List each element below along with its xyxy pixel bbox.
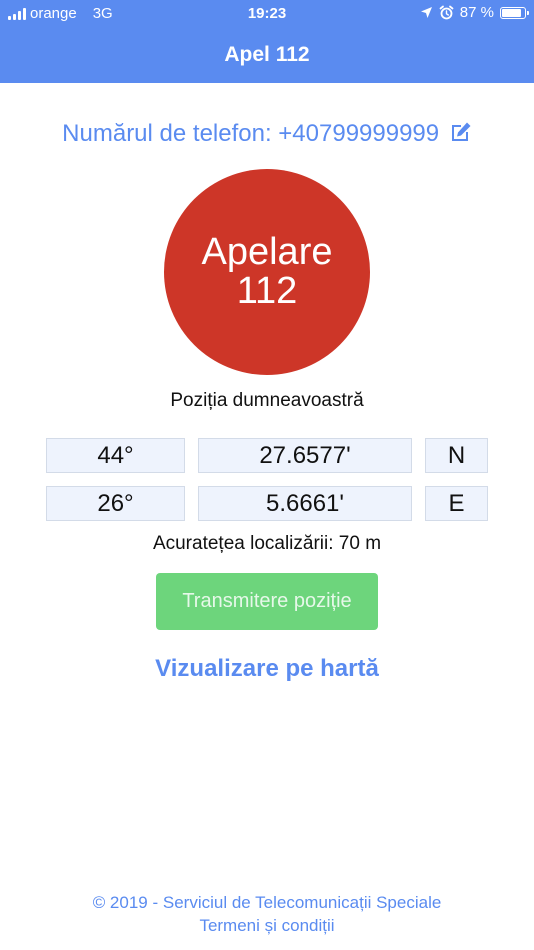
terms-link[interactable]: Termeni și condiții (0, 916, 534, 936)
longitude-minutes-field: 5.6661' (198, 486, 412, 521)
position-title: Poziția dumneavoastră (170, 390, 364, 411)
page-title: Apel 112 (224, 43, 310, 66)
location-accuracy: Acuratețea localizării: 70 m (152, 533, 382, 554)
battery-percentage: 87 % (459, 4, 494, 21)
latitude-degrees-field: 44° (46, 438, 185, 473)
call-112-button[interactable]: Apelare 112 (164, 169, 370, 375)
view-on-map-link[interactable]: Vizualizare pe hartă (0, 655, 534, 683)
edit-icon[interactable] (450, 121, 472, 143)
call-button-line1: Apelare (201, 231, 333, 273)
transmit-position-button[interactable]: Transmitere poziție (156, 573, 378, 630)
battery-icon (500, 6, 529, 19)
phone-number-row[interactable]: Numărul de telefon: +40799999999 (0, 120, 534, 148)
app-header: orange 3G 19:23 87 % Apel 112 (0, 0, 534, 83)
latitude-hemisphere-field: N (425, 438, 488, 473)
battery-fill (502, 8, 522, 17)
longitude-hemisphere-field: E (425, 486, 488, 521)
longitude-degrees-field: 26° (46, 486, 185, 521)
status-bar-right: 87 % (420, 4, 529, 21)
footer-copyright: © 2019 - Serviciul de Telecomunicații Sp… (92, 893, 442, 912)
location-arrow-icon (420, 7, 432, 18)
status-bar: orange 3G 19:23 87 % (0, 0, 534, 28)
latitude-minutes-field: 27.6577' (198, 438, 412, 473)
alarm-icon (439, 5, 454, 20)
phone-number-label: Numărul de telefon: +40799999999 (62, 120, 440, 147)
call-button-line2: 112 (236, 270, 298, 312)
